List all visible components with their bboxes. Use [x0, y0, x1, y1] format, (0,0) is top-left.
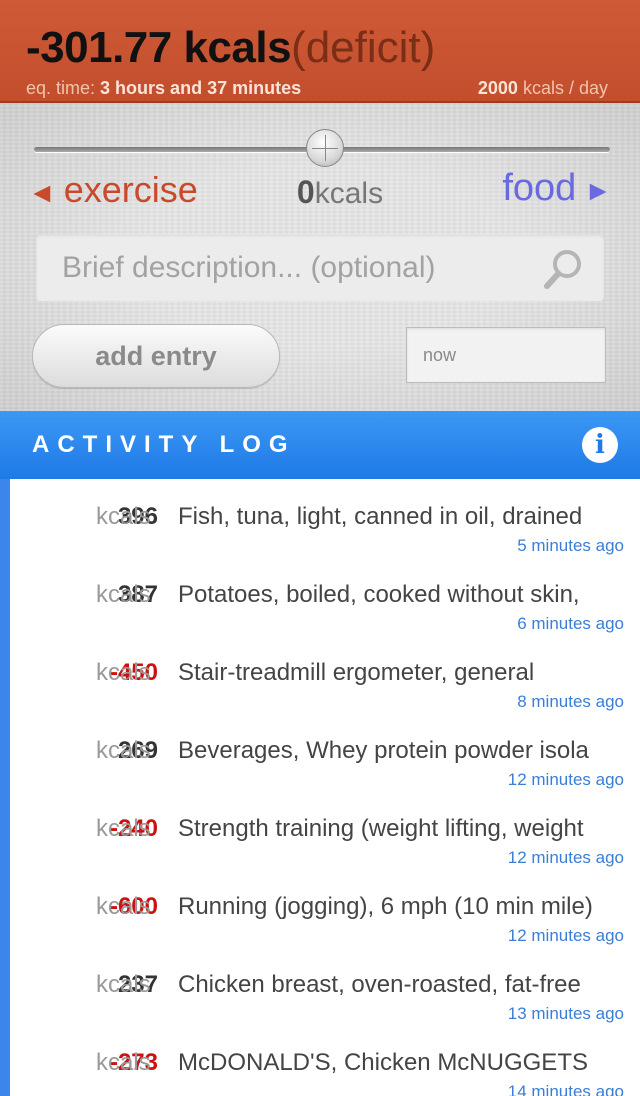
row-description: Stair-treadmill ergometer, general — [178, 659, 535, 686]
row-description: Beverages, Whey protein powder isola — [178, 737, 589, 764]
row-description: Chicken breast, oven-roasted, fat-free — [178, 971, 581, 998]
row-unit: kcals — [96, 659, 151, 686]
row-unit: kcals — [96, 503, 151, 530]
description-input[interactable] — [62, 235, 522, 301]
row-description: Running (jogging), 6 mph (10 min mile) — [178, 893, 593, 920]
row-unit: kcals — [96, 893, 151, 920]
row-timestamp: 12 minutes ago — [507, 848, 624, 867]
activity-log-list[interactable]: 396 kcals Fish, tuna, light, canned in o… — [10, 479, 640, 1096]
activity-log-title: ACTIVITY LOG — [32, 431, 296, 458]
kcal-value: 0 — [296, 174, 315, 210]
row-timestamp: 14 minutes ago — [507, 1082, 624, 1096]
eq-time-label: eq. time: — [26, 78, 96, 98]
row-description: McDONALD'S, Chicken McNUGGETS — [178, 1049, 588, 1076]
left-arrow-icon: ◄ — [28, 177, 56, 208]
activity-log-bar: ACTIVITY LOG i — [0, 411, 640, 479]
description-field[interactable] — [36, 235, 604, 301]
row-unit: kcals — [96, 815, 151, 842]
daily-target-unit: kcals / day — [522, 78, 608, 98]
log-row[interactable]: 237 kcals Chicken breast, oven-roasted, … — [10, 947, 640, 1025]
balance-value: -301.77 kcals — [26, 23, 292, 72]
eq-time-value: 3 hours and 37 minutes — [100, 78, 302, 98]
kcal-unit: kcals — [314, 177, 384, 210]
exercise-direction[interactable]: ◄ exercise — [28, 169, 198, 211]
food-direction[interactable]: food ► — [502, 167, 612, 210]
row-description: Fish, tuna, light, canned in oil, draine… — [178, 503, 583, 530]
daily-target: 2000 kcals / day — [478, 78, 608, 99]
row-timestamp: 5 minutes ago — [517, 536, 624, 555]
balance-header: -301.77 kcals(deficit) eq. time: 3 hours… — [0, 0, 640, 103]
row-unit: kcals — [96, 737, 151, 764]
log-row[interactable]: -240 kcals Strength training (weight lif… — [10, 791, 640, 869]
log-side-accent — [0, 479, 10, 1096]
entry-time-field[interactable]: now — [406, 327, 606, 383]
log-row[interactable]: 269 kcals Beverages, Whey protein powder… — [10, 713, 640, 791]
equivalent-time: eq. time: 3 hours and 37 minutes — [26, 78, 301, 99]
log-row[interactable]: 396 kcals Fish, tuna, light, canned in o… — [10, 479, 640, 557]
row-unit: kcals — [96, 971, 151, 998]
row-timestamp: 6 minutes ago — [517, 614, 624, 633]
log-row[interactable]: 387 kcals Potatoes, boiled, cooked witho… — [10, 557, 640, 635]
exercise-label: exercise — [63, 169, 198, 210]
right-arrow-icon: ► — [584, 175, 612, 206]
daily-target-value: 2000 — [477, 78, 518, 98]
row-timestamp: 12 minutes ago — [507, 770, 624, 789]
log-row[interactable]: -600 kcals Running (jogging), 6 mph (10 … — [10, 869, 640, 947]
row-description: Strength training (weight lifting, weigh… — [178, 815, 584, 842]
row-unit: kcals — [96, 1049, 151, 1076]
log-row[interactable]: -273 kcals McDONALD'S, Chicken McNUGGETS… — [10, 1025, 640, 1096]
row-unit: kcals — [96, 581, 151, 608]
calorie-balance: -301.77 kcals(deficit) — [26, 24, 435, 72]
info-icon[interactable]: i — [582, 427, 618, 463]
add-entry-button[interactable]: add entry — [32, 324, 280, 388]
entry-panel: ◄exercise 0kcals food► add entry now — [0, 103, 640, 411]
row-description: Potatoes, boiled, cooked without skin, — [178, 581, 580, 608]
kcal-readout: 0kcals — [260, 174, 420, 211]
balance-tag: (deficit) — [291, 23, 436, 72]
row-timestamp: 8 minutes ago — [517, 692, 624, 711]
food-label: food — [502, 167, 577, 209]
row-timestamp: 13 minutes ago — [507, 1004, 624, 1023]
kcal-slider-thumb[interactable] — [306, 129, 344, 167]
row-timestamp: 12 minutes ago — [507, 926, 624, 945]
search-icon[interactable] — [542, 247, 586, 291]
log-row[interactable]: -450 kcals Stair-treadmill ergometer, ge… — [10, 635, 640, 713]
